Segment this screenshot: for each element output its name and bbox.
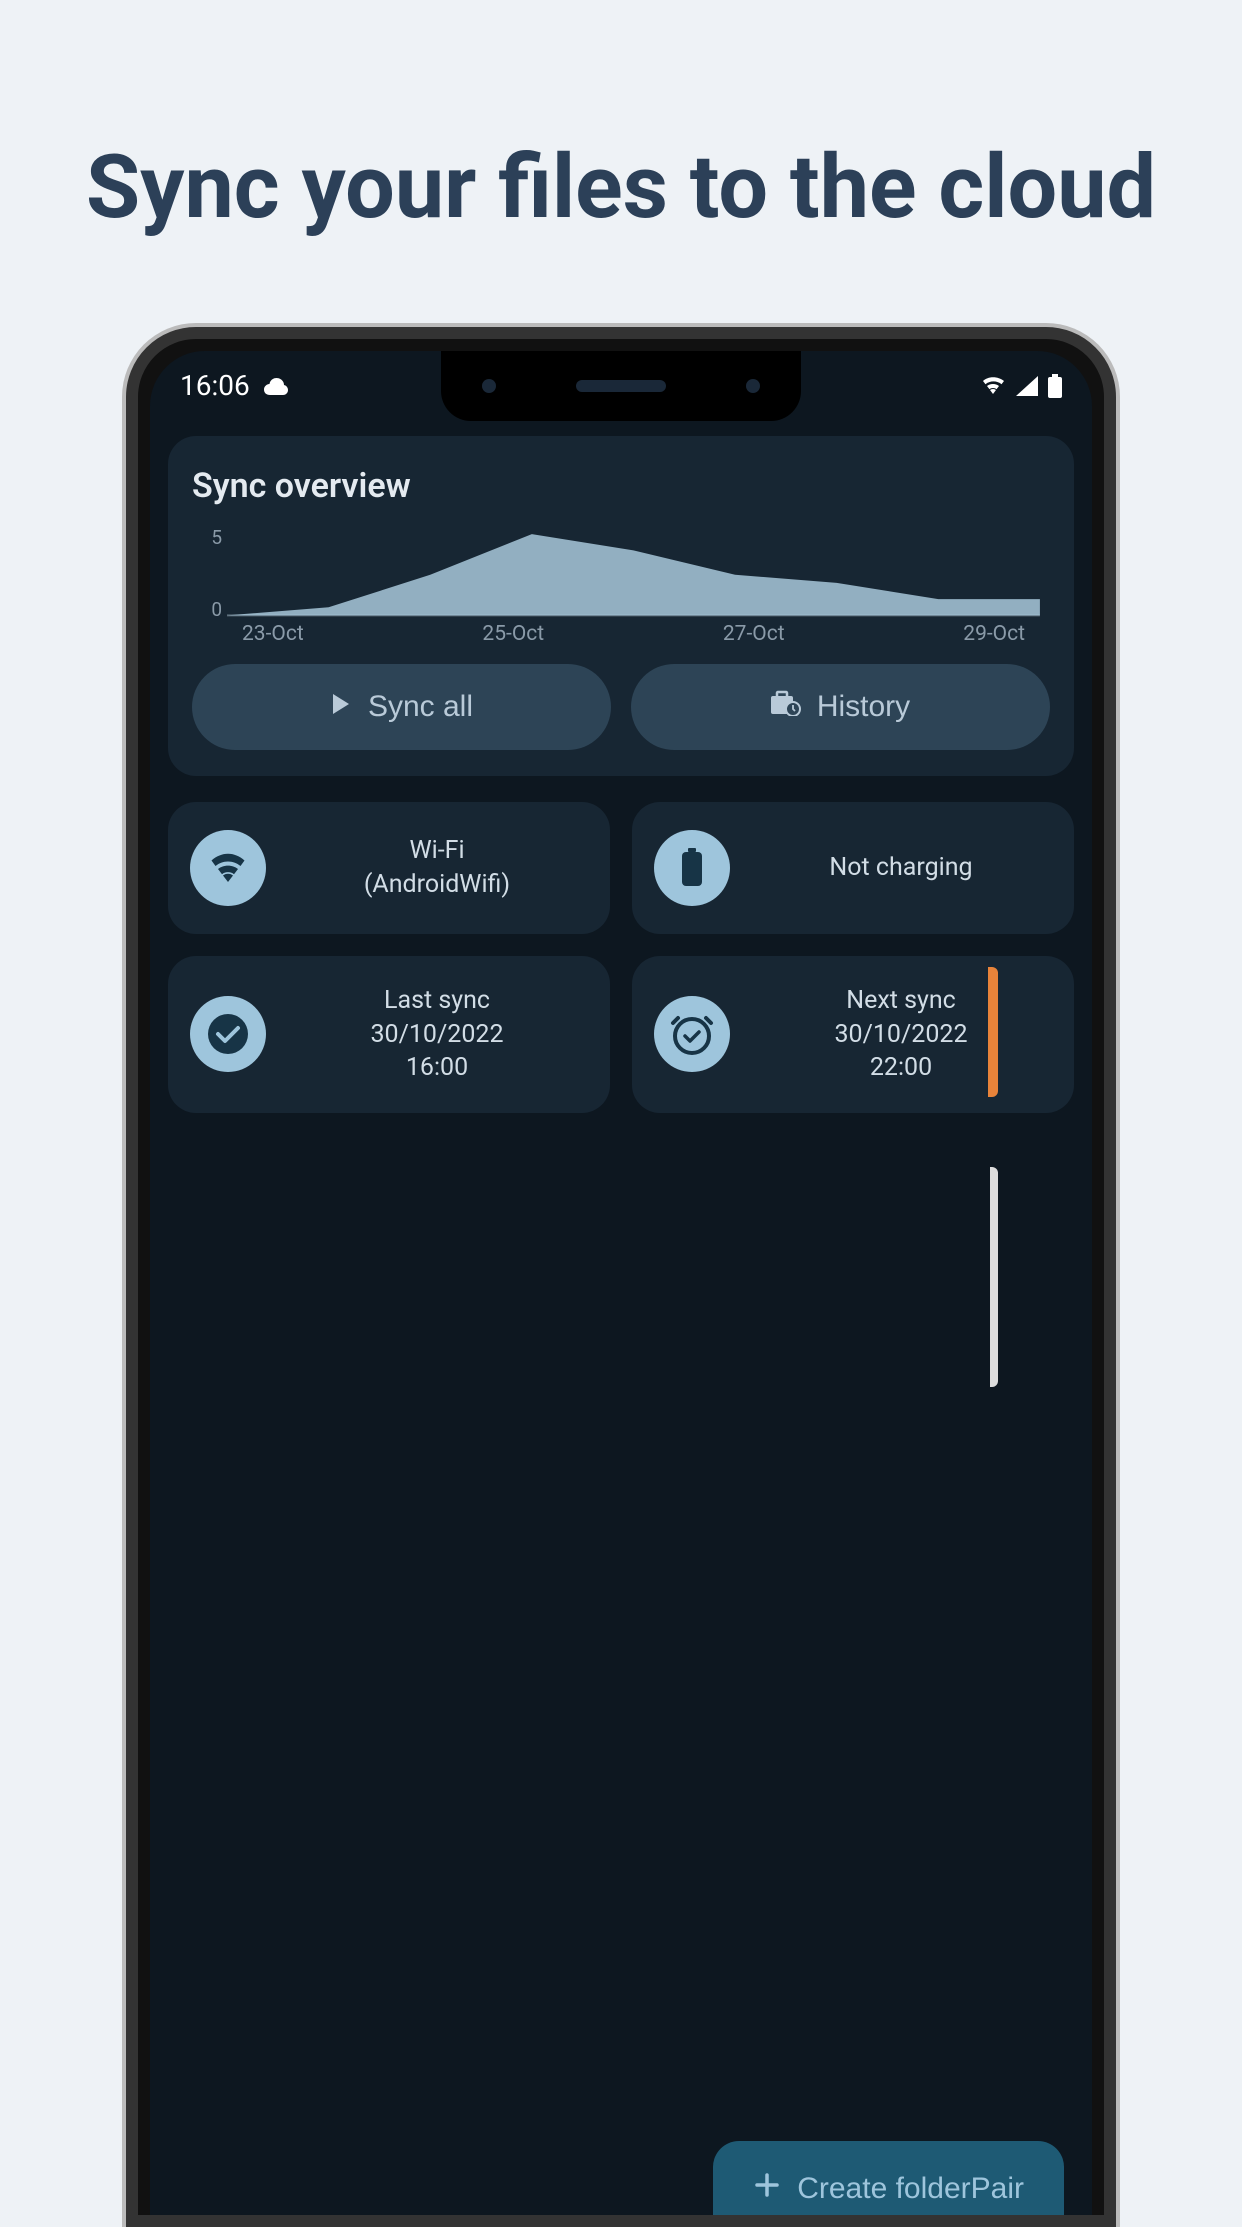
alarm-check-icon: [654, 996, 730, 1072]
button-label: Sync all: [368, 690, 473, 724]
button-label: History: [817, 690, 910, 724]
wifi-icon: [980, 376, 1006, 396]
plus-icon: [753, 2171, 781, 2207]
tile-text: 30/10/2022: [370, 1020, 503, 1049]
tile-text: Next sync: [846, 986, 956, 1015]
x-tick: 29-Oct: [963, 622, 1025, 646]
x-tick: 23-Oct: [242, 622, 304, 646]
tile-text: Wi-Fi: [409, 836, 464, 865]
battery-status-card[interactable]: Not charging: [632, 802, 1074, 934]
phone-frame: 16:06: [126, 327, 1116, 2227]
create-folderpair-button[interactable]: Create folderPair: [713, 2141, 1064, 2215]
play-icon: [330, 690, 352, 724]
next-sync-card[interactable]: Next sync 30/10/2022 22:00: [632, 956, 1074, 1113]
tile-text: 16:00: [406, 1053, 468, 1082]
cloud-icon: [262, 376, 290, 396]
briefcase-clock-icon: [771, 690, 801, 724]
tile-text: 22:00: [870, 1053, 932, 1082]
signal-icon: [1016, 376, 1038, 396]
sync-overview-card: Sync overview 5 0 23-Oct 25-Oct: [168, 436, 1074, 776]
last-sync-card[interactable]: Last sync 30/10/2022 16:00: [168, 956, 610, 1113]
tile-text: Not charging: [829, 853, 972, 882]
battery-icon: [654, 830, 730, 906]
button-label: Create folderPair: [797, 2172, 1024, 2206]
x-tick: 25-Oct: [482, 622, 544, 646]
phone-side-button: [988, 967, 998, 1097]
tile-text: (AndroidWifi): [364, 870, 510, 899]
main-content: Sync overview 5 0 23-Oct 25-Oct: [150, 436, 1092, 2215]
wifi-status-card[interactable]: Wi-Fi (AndroidWifi): [168, 802, 610, 934]
status-time: 16:06: [180, 369, 250, 402]
phone-screen: 16:06: [150, 351, 1092, 2215]
headline: Sync your files to the cloud: [0, 0, 1242, 327]
card-title: Sync overview: [192, 466, 1050, 506]
history-button[interactable]: History: [631, 664, 1050, 750]
tile-text: Last sync: [384, 986, 490, 1015]
sync-chart: 5 0 23-Oct 25-Oct 27-Oct 29-Oct: [192, 526, 1050, 646]
x-tick: 27-Oct: [723, 622, 785, 646]
y-tick: 0: [192, 598, 222, 621]
tile-text: 30/10/2022: [834, 1020, 967, 1049]
phone-side-button: [990, 1167, 998, 1387]
wifi-icon: [190, 830, 266, 906]
battery-icon: [1048, 374, 1062, 398]
y-tick: 5: [192, 526, 222, 549]
phone-notch: [441, 351, 801, 421]
check-circle-icon: [190, 996, 266, 1072]
sync-all-button[interactable]: Sync all: [192, 664, 611, 750]
